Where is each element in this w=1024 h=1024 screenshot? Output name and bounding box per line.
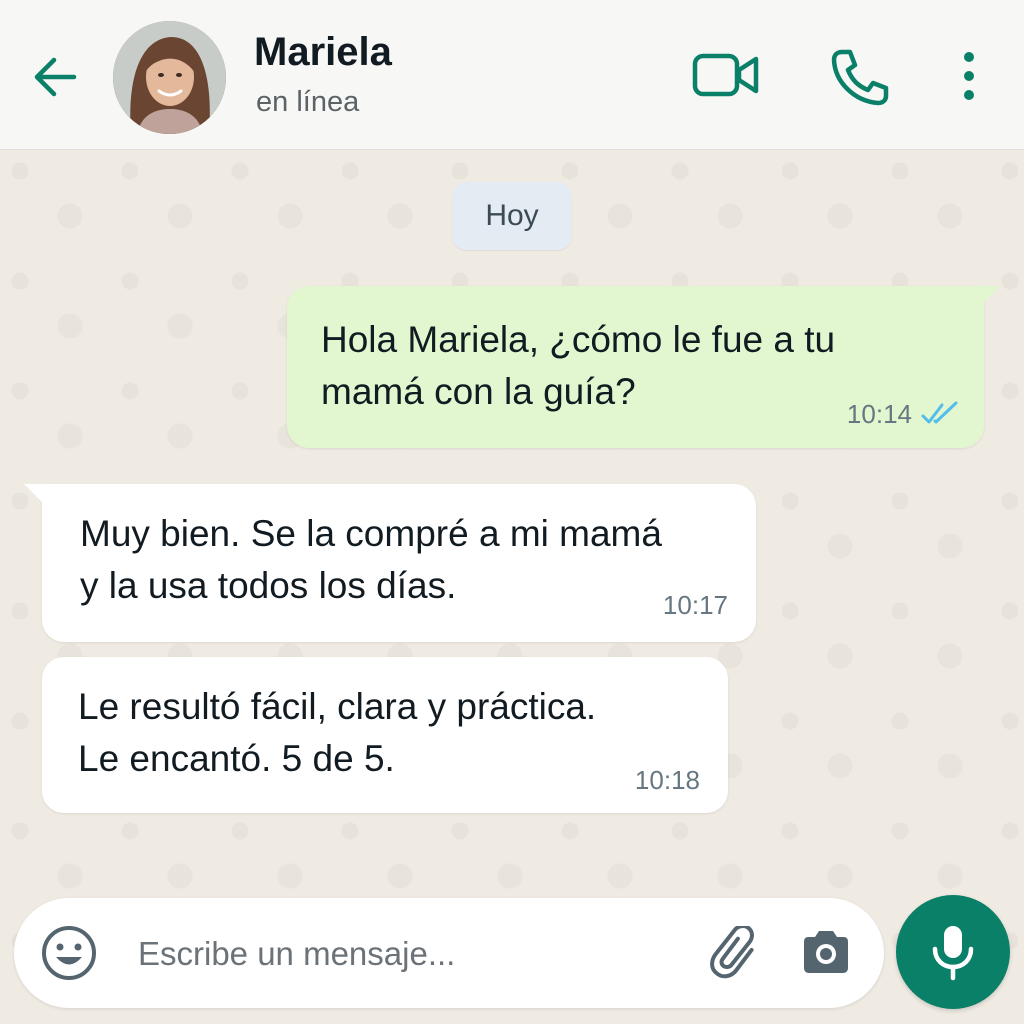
read-receipt-icon [921, 401, 958, 424]
message-time: 10:18 [634, 765, 700, 795]
date-chip: Hoy [452, 182, 572, 250]
contact-avatar[interactable] [113, 21, 226, 134]
message-text: Le resultó fácil, clara y práctica. Le e… [78, 686, 597, 779]
message-time: 10:14 [846, 399, 912, 429]
voice-call-button[interactable] [828, 48, 890, 106]
message-time: 10:17 [662, 590, 728, 620]
message-text: Muy bien. Se la compré a mi mamá y la us… [80, 513, 662, 606]
camera-button[interactable] [800, 928, 852, 976]
attach-button[interactable] [708, 924, 766, 982]
bubble-tail [24, 484, 46, 506]
incoming-message[interactable]: Muy bien. Se la compré a mi mamá y la us… [24, 484, 756, 642]
bubble-tail [978, 286, 1000, 308]
outgoing-message[interactable]: Hola Mariela, ¿cómo le fue a tu mamá con… [287, 286, 1000, 448]
more-vertical-icon [964, 52, 974, 100]
voice-message-button[interactable] [896, 895, 1010, 1009]
more-options-button[interactable] [952, 48, 986, 104]
video-call-button[interactable] [692, 52, 760, 98]
arrow-left-icon [34, 57, 77, 97]
phone-icon [831, 49, 889, 106]
camera-icon [804, 931, 848, 973]
incoming-message[interactable]: Le resultó fácil, clara y práctica. Le e… [42, 657, 728, 813]
video-camera-icon [692, 53, 759, 97]
back-button[interactable] [28, 50, 82, 104]
emoji-button[interactable] [40, 924, 98, 982]
microphone-icon [932, 926, 974, 981]
avatar-photo [113, 21, 226, 134]
emoji-icon [42, 926, 96, 980]
message-input[interactable] [138, 926, 678, 982]
contact-status: en línea [256, 86, 360, 118]
message-composer [14, 898, 884, 1008]
chat-header: Mariela en línea [0, 0, 1024, 150]
paperclip-icon [710, 924, 754, 979]
contact-name[interactable]: Mariela [254, 30, 392, 75]
